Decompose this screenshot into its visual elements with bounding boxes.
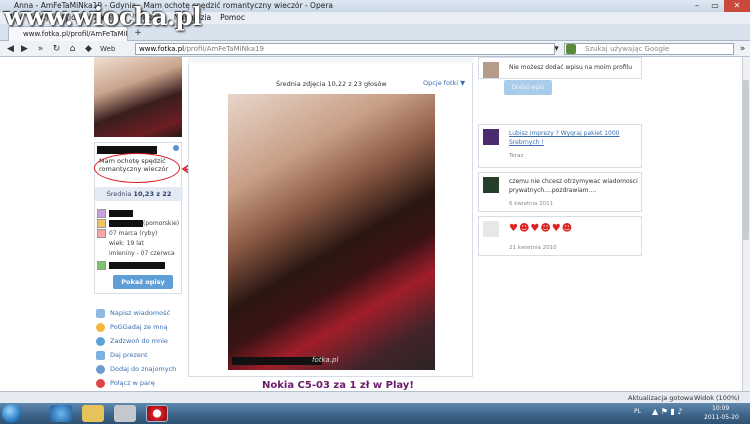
- region-label: (pomorskie): [143, 220, 180, 227]
- activity-item: ♥☻♥☻♥☻ 21 kwietnia 2010: [478, 216, 642, 256]
- rating-value: 10,23 z 22: [133, 190, 172, 198]
- profile-row-birthday: 07 marca (ryby): [97, 229, 181, 239]
- rating-label: Średnia: [106, 190, 132, 198]
- start-button[interactable]: [2, 404, 21, 423]
- name-redacted: [109, 210, 133, 217]
- sidelink-match[interactable]: Połącz w parę: [96, 377, 155, 389]
- rating-box: Średnia 10,23 z 22: [95, 187, 183, 201]
- sidelink-label: Zadzwoń do mnie: [110, 337, 168, 345]
- add-entry-button: Dodaj wpis: [504, 80, 552, 95]
- sidelink-add-friend[interactable]: Dodaj do znajomych: [96, 363, 176, 375]
- activity-date: Teraz: [509, 153, 524, 159]
- address-dropdown-icon[interactable]: ▾: [550, 43, 563, 55]
- photo-average-label: Średnia zdjęcia 10,22 z 23 głosów: [276, 80, 387, 88]
- profile-info-box: Mam ochotę spędzić romantyczny wieczór Ś…: [94, 142, 220, 294]
- photo-panel-header-strip: [188, 57, 473, 63]
- sidelink-label: Napisz wiadomość: [110, 309, 171, 317]
- sidelink-label: Daj prezent: [110, 351, 148, 359]
- envelope-icon: [96, 308, 105, 318]
- gender-icon: [97, 209, 106, 218]
- sidelink-message[interactable]: Napisz wiadomość: [96, 307, 170, 319]
- activity-item: Lubisz imprezy ? Wygraj pakiet 1000 Sreb…: [478, 124, 642, 168]
- window-buttons: – ▭ ✕: [688, 0, 750, 12]
- birthday-text: 07 marca (ryby): [109, 230, 158, 237]
- forward-icon[interactable]: ▶: [18, 43, 31, 55]
- activity-text[interactable]: Lubisz imprezy ? Wygraj pakiet 1000 Sreb…: [509, 129, 639, 147]
- address-input[interactable]: www.fotka.pl/profil/AmFeTaMiNka19: [135, 43, 555, 55]
- language-indicator[interactable]: PL: [634, 407, 641, 417]
- sidelink-label: PoGGadaj ze mną: [110, 323, 168, 331]
- gift-icon: [96, 350, 105, 360]
- navigation-bar: ◀ ▶ » ↻ ⌂ ◆ Web www.fotka.pl/profil/AmFe…: [0, 41, 750, 57]
- smiley-hearts-icon: ♥☻♥☻♥☻: [509, 223, 574, 234]
- highlight-circle: [94, 153, 180, 183]
- no-post-box: Nie możesz dodać wpisu na moim profilu: [478, 57, 642, 79]
- web-label: Web: [100, 45, 116, 53]
- maximize-button[interactable]: ▭: [706, 0, 724, 12]
- nameday-text: imieniny - 07 czerwca: [109, 250, 175, 257]
- site-watermark: www.wiocha.pl: [4, 2, 202, 31]
- tray-icons[interactable]: ▲ ⚑ ▮ ♪: [652, 407, 682, 417]
- profile-row-name: [97, 209, 181, 219]
- arrow-right-icon: [97, 261, 106, 270]
- url-domain: www.fotka.pl: [139, 45, 185, 53]
- heart-icon: [96, 378, 105, 388]
- taskbar: PL ▲ ⚑ ▮ ♪ 10:09 2011-05-20: [0, 403, 750, 424]
- activity-date: 6 kwietnia 2011: [509, 201, 554, 207]
- sidelink-label: Dodaj do znajomych: [110, 365, 177, 373]
- link-redacted: [109, 262, 165, 269]
- minimize-button[interactable]: –: [688, 0, 706, 12]
- activity-date: 21 kwietnia 2010: [509, 245, 557, 251]
- photo-caption-redacted: [232, 357, 322, 365]
- fast-forward-icon[interactable]: »: [34, 43, 47, 55]
- activity-text: czemu nie chcesz otrzymywac wiadomosci p…: [509, 178, 638, 194]
- opera-icon[interactable]: [146, 405, 168, 422]
- url-path: /profil/AmFeTaMiNka19: [184, 45, 264, 53]
- explorer-icon[interactable]: [82, 405, 104, 422]
- main-photo[interactable]: [228, 94, 435, 370]
- photo-watermark: fotka.pl: [312, 356, 339, 364]
- phone-icon: [96, 336, 105, 346]
- sidelink-gift[interactable]: Daj prezent: [96, 349, 148, 361]
- search-input[interactable]: Szukaj używając Google: [564, 43, 734, 55]
- close-button[interactable]: ✕: [724, 0, 750, 12]
- add-friend-icon: [96, 364, 105, 374]
- owner-avatar: [483, 62, 499, 78]
- google-search-icon[interactable]: [566, 44, 576, 54]
- city-redacted: [109, 220, 143, 227]
- scrollbar-thumb[interactable]: [743, 80, 749, 240]
- no-post-text: Nie możesz dodać wpisu na moim profilu: [509, 64, 633, 71]
- home-icon[interactable]: ⌂: [66, 43, 79, 55]
- security-icon: ◆: [85, 44, 92, 54]
- sidelink-call[interactable]: Zadzwoń do mnie: [96, 335, 168, 347]
- ie-icon[interactable]: [50, 405, 72, 422]
- location-icon: [97, 219, 106, 228]
- clock-date[interactable]: 2011-05-20: [704, 413, 739, 423]
- online-status-icon: [173, 145, 179, 151]
- activity-item: czemu nie chcesz otrzymywac wiadomosci p…: [478, 172, 642, 212]
- user-avatar[interactable]: [483, 177, 499, 193]
- sidelink-label: Połącz w parę: [110, 379, 155, 387]
- status-bar: Aktualizacja gotowa Widok (100%): [0, 391, 750, 403]
- reload-icon[interactable]: ↻: [50, 43, 63, 55]
- menu-help[interactable]: Pomoc: [220, 12, 245, 24]
- photo-options-dropdown[interactable]: Opcje fotki ▼: [423, 79, 465, 87]
- placeholder-avatar[interactable]: [483, 221, 499, 237]
- gg-icon: [96, 322, 105, 332]
- age-text: wiek: 19 lat: [109, 240, 144, 247]
- profile-photo[interactable]: [94, 57, 182, 137]
- profile-row-link: [97, 261, 181, 271]
- ad-headline[interactable]: Nokia C5-03 za 1 zł w Play!: [262, 380, 414, 391]
- back-icon[interactable]: ◀: [4, 43, 17, 55]
- sidelink-chat[interactable]: PoGGadaj ze mną: [96, 321, 168, 333]
- promo-avatar[interactable]: [483, 129, 499, 145]
- show-descriptions-button[interactable]: Pokaż opisy: [113, 275, 173, 289]
- profile-row-location: (pomorskie): [97, 219, 181, 229]
- birthday-icon: [97, 229, 106, 238]
- search-go-icon[interactable]: »: [736, 43, 749, 55]
- media-player-icon[interactable]: [114, 405, 136, 422]
